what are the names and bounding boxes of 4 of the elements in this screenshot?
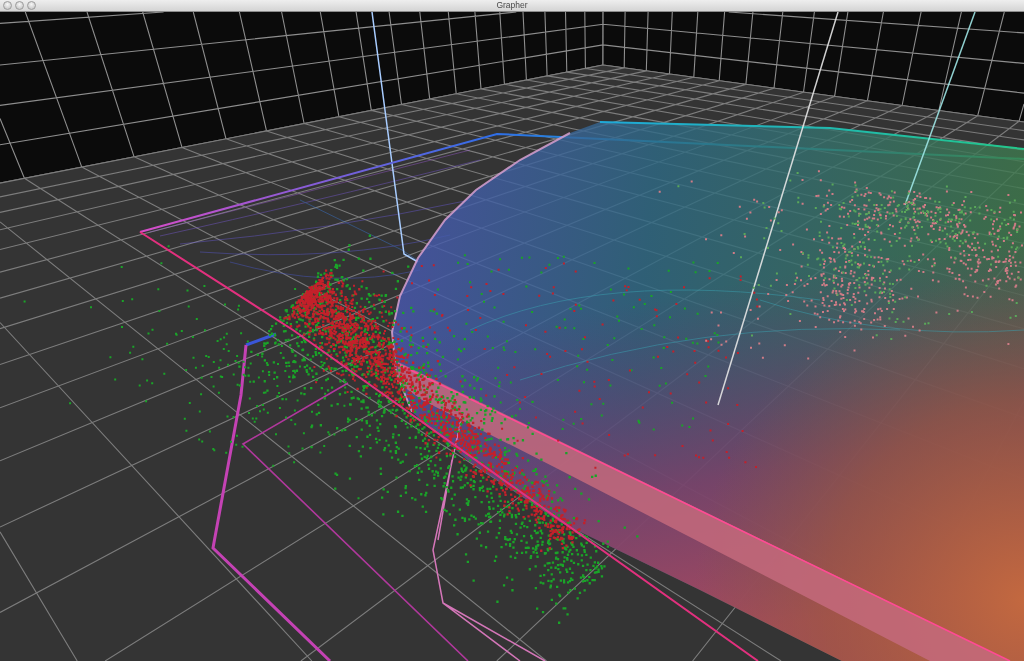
window-title: Grapher bbox=[496, 0, 528, 11]
close-button[interactable] bbox=[3, 1, 12, 10]
zoom-button[interactable] bbox=[27, 1, 36, 10]
minimize-button[interactable] bbox=[15, 1, 24, 10]
